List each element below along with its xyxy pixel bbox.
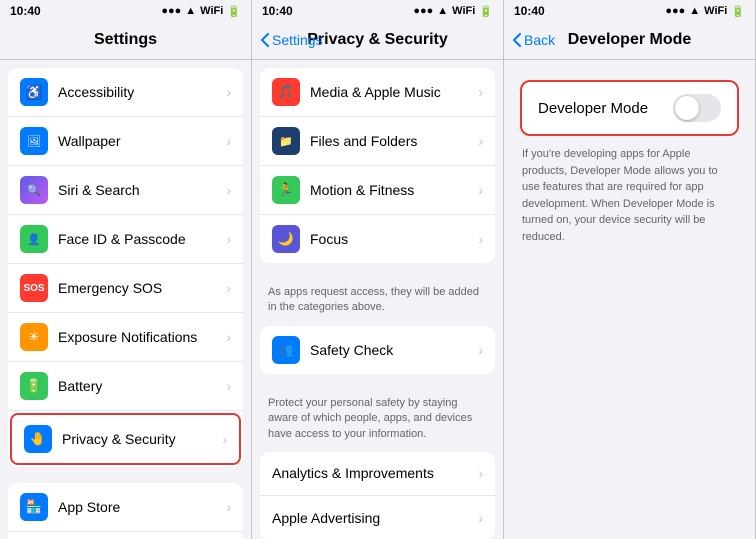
analytics-group: Analytics & Improvements › Apple Adverti…: [260, 452, 495, 539]
privacy-list: 🎵 Media & Apple Music › 📁 Files and Fold…: [252, 60, 503, 539]
battery-label: Battery: [58, 378, 226, 394]
chevron-left-icon-3: [512, 33, 522, 47]
privacy-main-group: 🎵 Media & Apple Music › 📁 Files and Fold…: [260, 68, 495, 263]
nav-title-2: Privacy & Security: [307, 31, 448, 49]
analytics-label: Analytics & Improvements: [272, 465, 478, 481]
time-2: 10:40: [262, 4, 293, 18]
accessibility-icon: ♿: [20, 78, 48, 106]
privacy-item-safety[interactable]: 👥 Safety Check ›: [260, 326, 495, 374]
privacy-item-advertising[interactable]: Apple Advertising ›: [260, 496, 495, 539]
privacy-label: Privacy & Security: [62, 431, 222, 447]
sidebar-item-wallet[interactable]: 💳 Wallet & Apple Pay ›: [8, 532, 243, 539]
status-icons-2: ●●● ▲ WiFi 🔋: [413, 5, 493, 18]
status-icons-1: ●●● ▲ WiFi 🔋: [161, 5, 241, 18]
privacy-item-files[interactable]: 📁 Files and Folders ›: [260, 117, 495, 166]
privacy-item-analytics[interactable]: Analytics & Improvements ›: [260, 452, 495, 496]
motion-icon: 🏃: [272, 176, 300, 204]
appstore-icon: 🏪: [20, 493, 48, 521]
devmode-toggle[interactable]: [673, 94, 721, 122]
back-label-3: Back: [524, 32, 555, 48]
sidebar-item-appstore[interactable]: 🏪 App Store ›: [8, 483, 243, 532]
focus-icon: 🌙: [272, 225, 300, 253]
motion-label: Motion & Fitness: [310, 182, 478, 198]
appstore-label: App Store: [58, 499, 226, 515]
emergency-icon: SOS: [20, 274, 48, 302]
back-button-2[interactable]: Settings: [260, 32, 323, 48]
nav-title-1: Settings: [94, 31, 157, 49]
status-bar-2: 10:40 ●●● ▲ WiFi 🔋: [252, 0, 503, 22]
categories-note: As apps request access, they will be add…: [252, 279, 503, 326]
back-label-2: Settings: [272, 32, 323, 48]
nav-bar-2: Settings Privacy & Security: [252, 22, 503, 60]
nav-bar-3: Back Developer Mode: [504, 22, 755, 60]
sidebar-item-wallpaper[interactable]: 🖼 Wallpaper ›: [8, 117, 243, 166]
sidebar-item-siri[interactable]: 🔍 Siri & Search ›: [8, 166, 243, 215]
siri-icon: 🔍: [20, 176, 48, 204]
files-label: Files and Folders: [310, 133, 478, 149]
status-bar-1: 10:40 ●●● ▲ WiFi 🔋: [0, 0, 251, 22]
nav-bar-1: Settings: [0, 22, 251, 60]
wallpaper-icon: 🖼: [20, 127, 48, 155]
devmode-content: Developer Mode If you're developing apps…: [504, 68, 755, 257]
safety-label: Safety Check: [310, 342, 478, 358]
files-icon: 📁: [272, 127, 300, 155]
media-label: Media & Apple Music: [310, 84, 478, 100]
focus-label: Focus: [310, 231, 478, 247]
settings-group-2: 🏪 App Store › 💳 Wallet & Apple Pay ›: [8, 483, 243, 539]
devmode-list: Developer Mode If you're developing apps…: [504, 60, 755, 539]
sidebar-item-privacy[interactable]: 🤚 Privacy & Security ›: [10, 413, 241, 465]
media-icon: 🎵: [272, 78, 300, 106]
exposure-label: Exposure Notifications: [58, 329, 226, 345]
status-icons-3: ●●● ▲ WiFi 🔋: [665, 5, 745, 18]
exposure-icon: ✳: [20, 323, 48, 351]
toggle-knob: [675, 96, 699, 120]
battery-icon: 🔋: [20, 372, 48, 400]
chevron-left-icon: [260, 33, 270, 47]
sidebar-item-faceid[interactable]: 👤 Face ID & Passcode ›: [8, 215, 243, 264]
privacy-item-media[interactable]: 🎵 Media & Apple Music ›: [260, 68, 495, 117]
back-button-3[interactable]: Back: [512, 32, 555, 48]
emergency-label: Emergency SOS: [58, 280, 226, 296]
wallpaper-label: Wallpaper: [58, 133, 226, 149]
status-bar-3: 10:40 ●●● ▲ WiFi 🔋: [504, 0, 755, 22]
settings-panel: 10:40 ●●● ▲ WiFi 🔋 Settings ♿ Accessibil…: [0, 0, 252, 539]
safety-group: 👥 Safety Check ›: [260, 326, 495, 374]
privacy-item-focus[interactable]: 🌙 Focus ›: [260, 215, 495, 263]
devmode-toggle-label: Developer Mode: [538, 100, 648, 117]
privacy-icon: 🤚: [24, 425, 52, 453]
safety-note: Protect your personal safety by staying …: [252, 390, 503, 452]
time-3: 10:40: [514, 4, 545, 18]
accessibility-label: Accessibility: [58, 84, 226, 100]
sidebar-item-exposure[interactable]: ✳ Exposure Notifications ›: [8, 313, 243, 362]
developer-mode-panel: 10:40 ●●● ▲ WiFi 🔋 Back Developer Mode D…: [504, 0, 756, 539]
devmode-toggle-row: Developer Mode: [520, 80, 739, 136]
faceid-label: Face ID & Passcode: [58, 231, 226, 247]
time-1: 10:40: [10, 4, 41, 18]
faceid-icon: 👤: [20, 225, 48, 253]
privacy-item-motion[interactable]: 🏃 Motion & Fitness ›: [260, 166, 495, 215]
siri-label: Siri & Search: [58, 182, 226, 198]
nav-title-3: Developer Mode: [568, 31, 692, 49]
sidebar-item-accessibility[interactable]: ♿ Accessibility ›: [8, 68, 243, 117]
advertising-label: Apple Advertising: [272, 510, 478, 526]
sidebar-item-battery[interactable]: 🔋 Battery ›: [8, 362, 243, 411]
settings-group-1: ♿ Accessibility › 🖼 Wallpaper › 🔍 Siri &…: [8, 68, 243, 467]
safety-icon: 👥: [272, 336, 300, 364]
devmode-description: If you're developing apps for Apple prod…: [520, 146, 739, 245]
settings-list-1: ♿ Accessibility › 🖼 Wallpaper › 🔍 Siri &…: [0, 60, 251, 539]
privacy-security-panel: 10:40 ●●● ▲ WiFi 🔋 Settings Privacy & Se…: [252, 0, 504, 539]
sidebar-item-emergency[interactable]: SOS Emergency SOS ›: [8, 264, 243, 313]
